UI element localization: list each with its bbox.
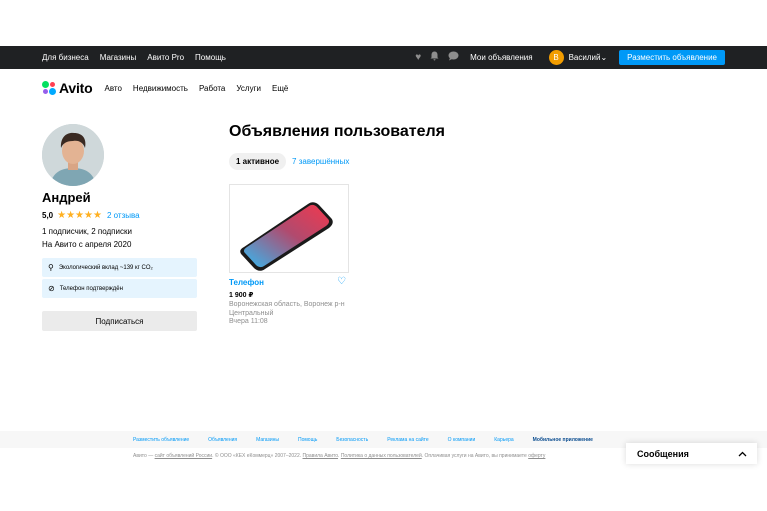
copy-link-offer[interactable]: оферту [528, 453, 545, 459]
main-nav: Avito Авто Недвижимость Работа Услуги Ещ… [42, 77, 299, 99]
nav-item-realty[interactable]: Недвижимость [133, 84, 188, 93]
user-name: Василий [568, 53, 601, 62]
copy-suffix: . Оплачивая услуги на Авито, вы принимае… [421, 453, 529, 459]
page-title: Объявления пользователя [229, 123, 445, 140]
member-since: На Авито с апреля 2020 [42, 240, 132, 249]
footer-link-shops[interactable]: Магазины [256, 437, 279, 443]
listing-price: 1 900 ₽ [229, 292, 254, 299]
chat-icon[interactable] [448, 51, 459, 64]
top-link-business[interactable]: Для бизнеса [42, 53, 89, 62]
footer-link-ads-on-site[interactable]: Реклама на сайте [387, 437, 428, 443]
top-link-shops[interactable]: Магазины [100, 53, 137, 62]
listing-time: Вчера 11:08 [229, 318, 268, 325]
tab-active[interactable]: 1 активное [229, 153, 287, 170]
copy-link-rules[interactable]: Правила Авито [303, 453, 339, 459]
post-ad-button[interactable]: Разместить объявление [619, 50, 725, 65]
favorite-heart-icon[interactable]: ♡ [337, 276, 346, 287]
user-menu[interactable]: Василий⌄ [569, 53, 608, 62]
copy-link-site[interactable]: сайт объявлений России [155, 453, 213, 459]
copy-prefix: Авито — [133, 453, 155, 459]
nav-item-services[interactable]: Услуги [236, 84, 261, 93]
footer-copyright: Авито — сайт объявлений России. © ООО «К… [133, 453, 545, 459]
profile-avatar [42, 124, 104, 186]
top-right: ♥ Мои объявления В Василий⌄ Разместить о… [415, 46, 725, 69]
footer-links: Разместить объявление Объявления Магазин… [133, 431, 612, 448]
messages-panel[interactable]: Сообщения [626, 443, 757, 464]
eco-badge[interactable]: ⚲ Экологический вклад ~139 кг CO₂ [42, 258, 197, 277]
footer-link-post[interactable]: Разместить объявление [133, 437, 189, 443]
footer-link-career[interactable]: Карьера [494, 437, 513, 443]
listing-location: Воронежская область, Воронеж р-н Централ… [229, 301, 345, 317]
copy-mid: . © ООО «КЕХ еКоммерц» 2007–2022. [212, 453, 303, 459]
footer-link-ads[interactable]: Объявления [208, 437, 237, 443]
rating-stars-icon: ★★★★★ [57, 210, 102, 221]
my-ads-link[interactable]: Мои объявления [470, 53, 532, 62]
top-bar: Для бизнеса Магазины Авито Pro Помощь ♥ … [0, 46, 767, 69]
chevron-up-icon[interactable] [738, 449, 747, 459]
footer-link-help[interactable]: Помощь [298, 437, 317, 443]
heart-icon[interactable]: ♥ [415, 52, 421, 63]
phone-verified-text: Телефон подтверждён [59, 285, 123, 292]
reviews-link[interactable]: 2 отзыва [107, 211, 140, 220]
bell-icon[interactable] [430, 51, 439, 64]
subscribers-info[interactable]: 1 подписчик, 2 подписки [42, 227, 132, 236]
footer-link-about[interactable]: О компании [448, 437, 476, 443]
avito-logo[interactable]: Avito [42, 80, 93, 96]
tab-completed[interactable]: 7 завершённых [292, 157, 349, 166]
nav-item-more[interactable]: Ещё [272, 84, 288, 93]
nav-item-jobs[interactable]: Работа [199, 84, 225, 93]
listing-tabs: 1 активное 7 завершённых [229, 153, 349, 170]
messages-label: Сообщения [637, 448, 689, 459]
user-avatar[interactable]: В [548, 50, 564, 65]
check-circle-icon: ⊘ [48, 283, 55, 293]
profile-rating: 5,0 ★★★★★ 2 отзыва [42, 210, 140, 221]
top-links: Для бизнеса Магазины Авито Pro Помощь [42, 46, 226, 69]
nav-item-auto[interactable]: Авто [104, 84, 121, 93]
phone-verified-badge: ⊘ Телефон подтверждён [42, 279, 197, 298]
listing-title[interactable]: Телефон [229, 278, 264, 287]
listing-image[interactable] [229, 184, 349, 273]
copy-link-privacy[interactable]: Политика о данных пользователей [341, 453, 422, 459]
profile-name: Андрей [42, 190, 91, 205]
logo-text: Avito [59, 80, 93, 96]
leaf-icon: ⚲ [48, 262, 54, 272]
chevron-down-icon: ⌄ [600, 53, 608, 62]
top-link-pro[interactable]: Авито Pro [147, 53, 184, 62]
top-link-help[interactable]: Помощь [195, 53, 226, 62]
subscribe-button[interactable]: Подписаться [42, 311, 197, 331]
rating-value: 5,0 [42, 211, 54, 220]
footer-link-mobile-app[interactable]: Мобильное приложение [533, 437, 593, 443]
logo-dots-icon [42, 81, 56, 95]
footer-link-security[interactable]: Безопасность [336, 437, 368, 443]
eco-text: Экологический вклад ~139 кг CO₂ [58, 264, 153, 271]
